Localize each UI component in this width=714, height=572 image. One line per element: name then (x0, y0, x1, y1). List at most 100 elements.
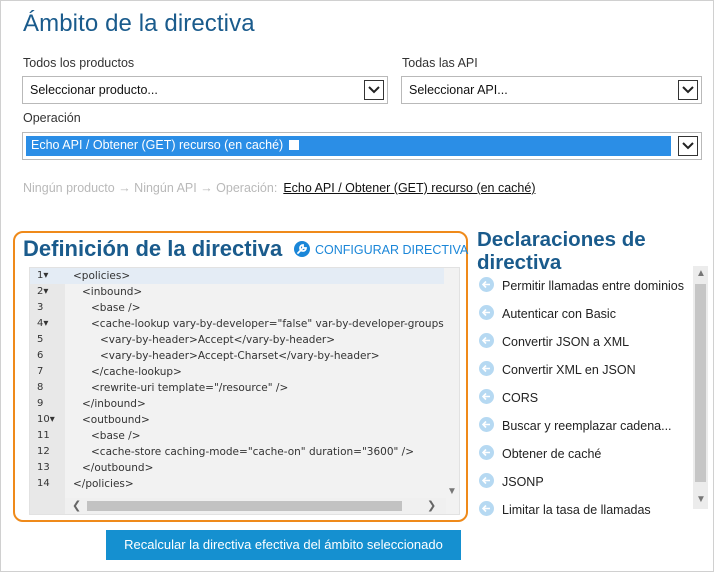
code-line[interactable]: 3 <base /> (30, 300, 446, 316)
policy-statement-item[interactable]: Buscar y reemplazar cadena... (477, 411, 692, 439)
code-text: <vary-by-header>Accept-Charset</vary-by-… (100, 350, 380, 362)
chevron-up-icon[interactable]: ▲ (696, 268, 706, 279)
policy-definition-title: Definición de la directiva (23, 236, 283, 261)
code-line[interactable]: 7 </cache-lookup> (30, 364, 446, 380)
line-number: 11 (37, 430, 50, 441)
arrow-left-icon[interactable] (479, 501, 494, 516)
line-number: 6 (37, 350, 44, 361)
wrench-icon (294, 241, 310, 257)
policy-statement-item[interactable]: JSONP (477, 467, 692, 495)
policy-statement-label: Buscar y reemplazar cadena... (502, 419, 672, 433)
code-line[interactable]: 5 <vary-by-header>Accept</vary-by-header> (30, 332, 446, 348)
code-text: <base /> (91, 302, 141, 314)
api-select[interactable]: Seleccionar API... (401, 76, 702, 104)
arrow-left-icon[interactable] (479, 277, 494, 292)
breadcrumb-path: Ningún producto → Ningún API → Operación… (23, 181, 278, 195)
code-text: </policies> (73, 478, 134, 490)
arrow-left-icon[interactable] (479, 305, 494, 320)
chevron-down-icon[interactable]: ▼ (447, 486, 457, 497)
code-text: <rewrite-uri template="/resource" /> (91, 382, 289, 394)
code-line[interactable]: 4▾ <cache-lookup vary-by-developer="false… (30, 316, 459, 332)
line-number: 1▾ (37, 270, 49, 281)
chevron-down-icon[interactable] (678, 80, 698, 100)
policy-code-editor[interactable]: 1▾ <policies> 2▾ <inbound> 3 <base /> 4▾ <cache… (29, 267, 460, 515)
arrow-left-icon[interactable] (479, 361, 494, 376)
operation-label: Operación (23, 111, 81, 125)
editor-horizontal-scrollbar[interactable]: ❮ ❯ (65, 498, 446, 514)
line-number: 12 (37, 446, 50, 457)
product-select[interactable]: Seleccionar producto... (22, 76, 388, 104)
policy-statement-item[interactable]: Obtener de caché (477, 439, 692, 467)
gutter-corner (30, 498, 65, 514)
policy-statement-item[interactable]: Limitar la tasa de llamadas (477, 495, 692, 523)
line-number: 4▾ (37, 318, 49, 329)
line-number: 2▾ (37, 286, 49, 297)
policy-statement-label: Obtener de caché (502, 447, 602, 461)
policy-statement-label: JSONP (502, 475, 544, 489)
code-line[interactable]: 8 <rewrite-uri template="/resource" /> (30, 380, 446, 396)
code-text: <base /> (91, 430, 141, 442)
code-line[interactable]: 10▾ <outbound> (30, 412, 446, 428)
code-text: <inbound> (82, 286, 143, 298)
arrow-left-icon[interactable] (479, 389, 494, 404)
policy-statement-item[interactable]: Permitir llamadas entre dominios (477, 271, 692, 299)
statements-scrollbar[interactable]: ▲ ▼ (693, 266, 708, 509)
policy-statement-item[interactable]: Autenticar con Basic (477, 299, 692, 327)
arrow-left-icon[interactable] (479, 445, 494, 460)
code-text: </outbound> (82, 462, 154, 474)
line-number: 5 (37, 334, 44, 345)
code-text: </inbound> (82, 398, 146, 410)
policy-statement-item[interactable]: CORS (477, 383, 692, 411)
arrow-left-icon[interactable] (479, 333, 494, 348)
operation-select[interactable]: Echo API / Obtener (GET) recurso (en cac… (22, 132, 702, 160)
arrow-left-icon[interactable] (479, 473, 494, 488)
code-line[interactable]: 14 </policies> (30, 476, 446, 492)
arrow-left-icon[interactable] (479, 417, 494, 432)
breadcrumb: Ningún producto → Ningún API → Operación… (23, 181, 536, 195)
code-line[interactable]: 6 <vary-by-header>Accept-Charset</vary-by… (30, 348, 446, 364)
policy-statement-label: CORS (502, 391, 539, 405)
page-title: Ámbito de la directiva (23, 10, 255, 37)
line-number: 9 (37, 398, 44, 409)
code-line[interactable]: 2▾ <inbound> (30, 284, 446, 300)
line-number: 8 (37, 382, 44, 393)
code-line[interactable]: 13 </outbound> (30, 460, 446, 476)
policy-statement-label: Convertir JSON a XML (502, 335, 630, 349)
line-number: 10▾ (37, 414, 55, 425)
code-line[interactable]: 1▾ <policies> (30, 268, 446, 284)
operation-select-value: Echo API / Obtener (GET) recurso (en cac… (31, 138, 300, 152)
chevron-down-icon[interactable] (678, 136, 698, 156)
editor-vertical-scrollbar[interactable]: ▼ (444, 268, 459, 500)
code-text: <cache-lookup vary-by-developer="false" … (91, 318, 460, 330)
configure-policy-button[interactable]: CONFIGURAR DIRECTIVA (294, 241, 468, 257)
code-text: <cache-store caching-mode="cache-on" dur… (91, 446, 415, 458)
line-number: 3 (37, 302, 44, 313)
recalculate-policy-button[interactable]: Recalcular la directiva efectiva del ámb… (106, 530, 461, 560)
code-text: <vary-by-header>Accept</vary-by-header> (100, 334, 336, 346)
code-text: <outbound> (82, 414, 150, 426)
code-line[interactable]: 12 <cache-store caching-mode="cache-on" d… (30, 444, 446, 460)
configure-policy-label: CONFIGURAR DIRECTIVA (315, 243, 469, 257)
line-number: 7 (37, 366, 44, 377)
product-select-value: Seleccionar producto... (30, 83, 158, 97)
policy-statements-title: Declaraciones de directiva (477, 228, 646, 274)
apis-label: Todas las API (402, 56, 478, 70)
products-label: Todos los productos (23, 56, 135, 70)
api-select-value: Seleccionar API... (409, 83, 508, 97)
scrollbar-thumb[interactable] (87, 501, 402, 511)
chevron-down-icon[interactable]: ▼ (696, 494, 706, 505)
line-number: 13 (37, 462, 50, 473)
breadcrumb-current-operation[interactable]: Echo API / Obtener (GET) recurso (en cac… (283, 181, 535, 195)
policy-statement-label: Permitir llamadas entre dominios (502, 279, 685, 293)
policy-statement-item[interactable]: Convertir XML en JSON (477, 355, 692, 383)
chevron-left-icon[interactable]: ❮ (72, 499, 81, 512)
code-line[interactable]: 11 <base /> (30, 428, 446, 444)
code-line[interactable]: 9 </inbound> (30, 396, 446, 412)
policy-statement-label: Convertir XML en JSON (502, 363, 636, 377)
scrollbar-thumb[interactable] (695, 284, 706, 482)
chevron-right-icon[interactable]: ❯ (427, 499, 436, 512)
code-text: <policies> (73, 270, 131, 282)
policy-statement-label: Autenticar con Basic (502, 307, 616, 321)
policy-statement-item[interactable]: Convertir JSON a XML (477, 327, 692, 355)
chevron-down-icon[interactable] (364, 80, 384, 100)
